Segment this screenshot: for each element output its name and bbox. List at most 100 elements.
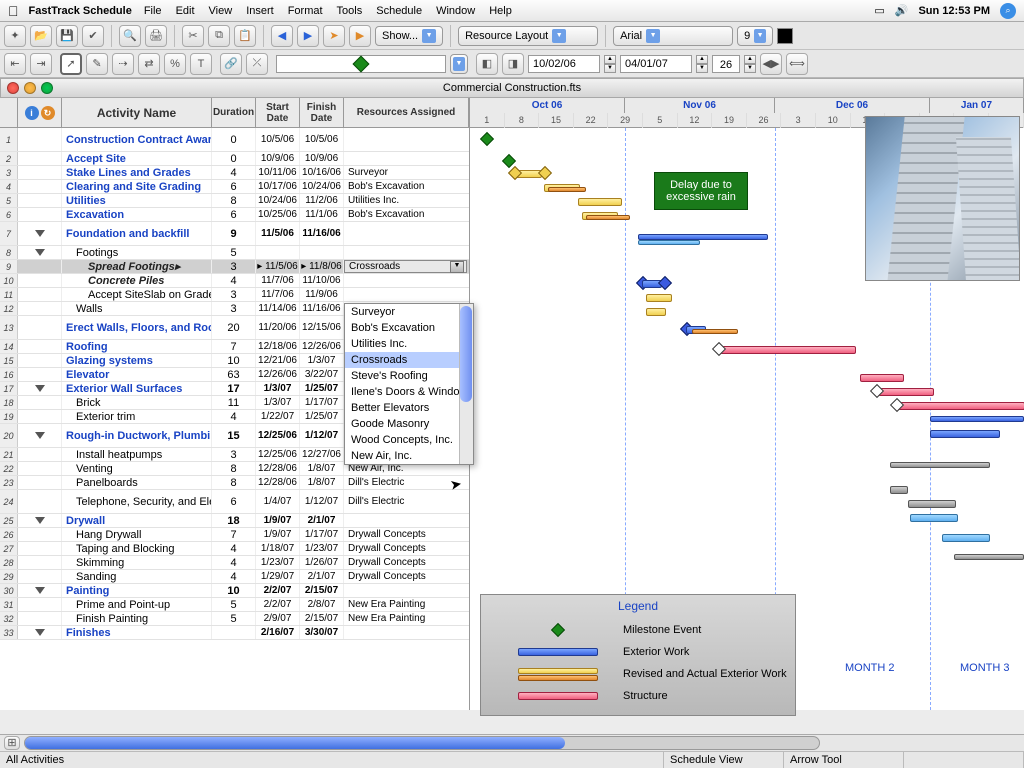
table-row[interactable]: 28Skimming41/23/071/26/07Drywall Concept… <box>0 556 469 570</box>
resources-cell[interactable]: Utilities Inc. <box>344 194 469 207</box>
activity-name[interactable]: Telephone, Security, and Electrical Wiri… <box>62 490 212 513</box>
finish-date-cell[interactable]: 1/8/07 <box>300 462 344 475</box>
finish-date-cell[interactable]: 1/17/07 <box>300 528 344 541</box>
duration-cell[interactable]: 4 <box>212 410 256 423</box>
finish-date-cell[interactable]: 1/12/07 <box>300 490 344 513</box>
gantt-bar[interactable] <box>860 374 904 382</box>
duration-cell[interactable]: 4 <box>212 274 256 287</box>
duration-cell[interactable]: 4 <box>212 570 256 583</box>
start-date-cell[interactable]: 11/7/06 <box>256 274 300 287</box>
gantt-bar[interactable] <box>692 329 738 334</box>
col-duration[interactable]: Duration <box>212 98 256 127</box>
finish-date-cell[interactable]: 10/9/06 <box>300 152 344 165</box>
start-date-cell[interactable] <box>256 246 300 259</box>
save-button[interactable]: 💾 <box>56 25 78 47</box>
finish-date-cell[interactable]: 2/15/07 <box>300 584 344 597</box>
activity-name[interactable]: Utilities <box>62 194 212 207</box>
layout-dropdown[interactable]: Resource Layout▼ <box>458 26 598 46</box>
timescale-button-1[interactable]: ◧ <box>476 53 498 75</box>
timescale-button-2[interactable]: ◨ <box>502 53 524 75</box>
resources-cell[interactable]: Surveyor <box>344 166 469 179</box>
col-start-date[interactable]: Start Date <box>256 98 300 127</box>
gantt-bar[interactable] <box>930 430 1000 438</box>
menu-help[interactable]: Help <box>489 5 512 17</box>
finish-date-cell[interactable]: 11/2/06 <box>300 194 344 207</box>
activity-name[interactable]: Roofing <box>62 340 212 353</box>
activity-name[interactable]: Walls <box>62 302 212 315</box>
activity-name[interactable]: Hang Drywall <box>62 528 212 541</box>
resources-cell[interactable]: New Era Painting <box>344 598 469 611</box>
outdent-button[interactable]: ⇤ <box>4 53 26 75</box>
resources-cell[interactable] <box>344 128 469 151</box>
start-date-cell[interactable]: ▸ 11/5/06 <box>256 260 300 273</box>
duration-cell[interactable]: 10 <box>212 584 256 597</box>
finish-date-cell[interactable]: 11/1/06 <box>300 208 344 221</box>
duration-cell[interactable]: 8 <box>212 476 256 489</box>
activity-name[interactable]: Clearing and Site Grading <box>62 180 212 193</box>
date-end-stepper[interactable]: ▲▼ <box>696 55 708 73</box>
spellcheck-button[interactable]: ✔ <box>82 25 104 47</box>
duration-cell[interactable]: 8 <box>212 194 256 207</box>
activity-name[interactable]: Taping and Blocking <box>62 542 212 555</box>
finish-date-cell[interactable]: ▸ 11/8/06 <box>300 260 344 273</box>
scrollbar-track[interactable] <box>24 736 820 750</box>
dropdown-option[interactable]: Better Elevators <box>345 400 473 416</box>
resources-dropdown-button[interactable]: ▼ <box>450 261 464 273</box>
finish-date-cell[interactable]: 2/1/07 <box>300 570 344 583</box>
duration-cell[interactable]: 10 <box>212 354 256 367</box>
activity-name[interactable]: Finishes <box>62 626 212 639</box>
resources-cell[interactable]: Drywall Concepts <box>344 528 469 541</box>
nav-back-button[interactable]: ◀ <box>271 25 293 47</box>
finish-date-cell[interactable]: 1/25/07 <box>300 382 344 395</box>
start-date-cell[interactable]: 12/26/06 <box>256 368 300 381</box>
menu-format[interactable]: Format <box>288 5 323 17</box>
activity-name[interactable]: Concrete Piles <box>62 274 212 287</box>
duration-cell[interactable]: 20 <box>212 316 256 339</box>
start-date-cell[interactable]: 11/7/06 <box>256 288 300 301</box>
duration-cell[interactable]: 7 <box>212 528 256 541</box>
dropdown-option[interactable]: Bob's Excavation <box>345 320 473 336</box>
table-row[interactable]: 33Finishes2/16/073/30/07 <box>0 626 469 640</box>
finish-date-cell[interactable] <box>300 246 344 259</box>
cut-button[interactable]: ✂ <box>182 25 204 47</box>
volume-icon[interactable]: 🔊 <box>895 4 909 17</box>
indent-button[interactable]: ⇥ <box>30 53 52 75</box>
activity-name[interactable]: Venting <box>62 462 212 475</box>
activity-name[interactable]: Brick <box>62 396 212 409</box>
duration-cell[interactable]: 5 <box>212 612 256 625</box>
start-date-cell[interactable]: 12/18/06 <box>256 340 300 353</box>
resources-cell[interactable]: New Era Painting <box>344 612 469 625</box>
summary-bar[interactable] <box>954 554 1024 560</box>
dropdown-option[interactable]: Wood Concepts, Inc. <box>345 432 473 448</box>
window-minimize-button[interactable] <box>24 82 36 94</box>
finish-date-cell[interactable]: 11/16/06 <box>300 302 344 315</box>
start-date-cell[interactable]: 2/9/07 <box>256 612 300 625</box>
resources-cell[interactable] <box>344 626 469 639</box>
activity-name[interactable]: Accept SiteSlab on Grade <box>62 288 212 301</box>
footer-view-mode[interactable]: Schedule View <box>664 752 784 768</box>
gantt-bar[interactable] <box>578 198 622 206</box>
activity-name[interactable]: Spread Footings ▸ <box>62 260 212 273</box>
menu-tools[interactable]: Tools <box>337 5 363 17</box>
zoom-field[interactable]: 26 <box>712 55 740 73</box>
bar-style-dropdown[interactable]: ▼ <box>450 54 468 74</box>
finish-date-cell[interactable]: 11/16/06 <box>300 222 344 245</box>
info-header[interactable]: i ↻ <box>18 98 62 127</box>
start-date-cell[interactable]: 10/11/06 <box>256 166 300 179</box>
dropdown-option[interactable]: Surveyor <box>345 304 473 320</box>
activity-name[interactable]: Stake Lines and Grades <box>62 166 212 179</box>
duration-cell[interactable]: 11 <box>212 396 256 409</box>
dropdown-option[interactable]: Crossroads <box>345 352 473 368</box>
window-zoom-button[interactable] <box>41 82 53 94</box>
gantt-bar[interactable] <box>718 346 856 354</box>
duration-cell[interactable]: 15 <box>212 424 256 447</box>
col-finish-date[interactable]: Finish Date <box>300 98 344 127</box>
start-date-cell[interactable]: 11/20/06 <box>256 316 300 339</box>
disclosure-cell[interactable] <box>18 584 62 597</box>
start-date-cell[interactable]: 12/28/06 <box>256 462 300 475</box>
font-dropdown[interactable]: Arial▼ <box>613 26 733 46</box>
start-date-cell[interactable]: 2/2/07 <box>256 598 300 611</box>
disclosure-cell[interactable] <box>18 514 62 527</box>
resources-cell[interactable] <box>344 152 469 165</box>
duration-cell[interactable]: 6 <box>212 208 256 221</box>
